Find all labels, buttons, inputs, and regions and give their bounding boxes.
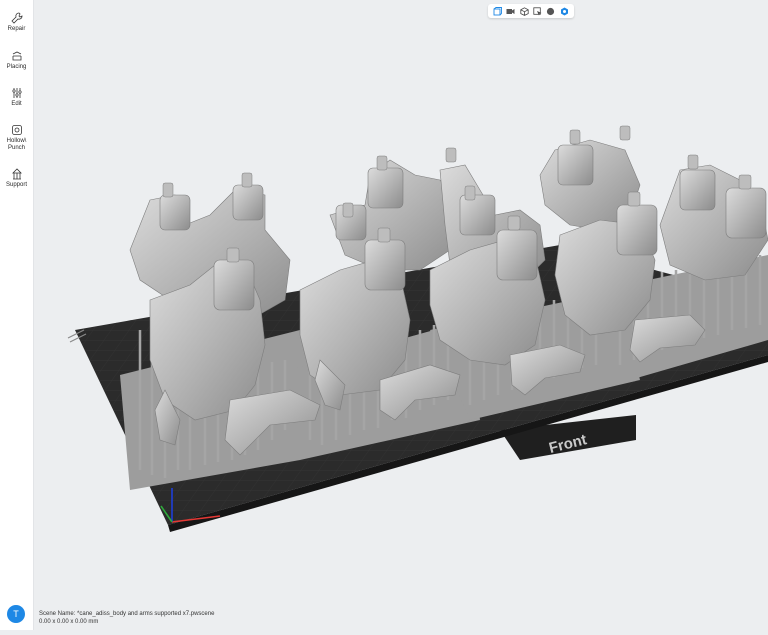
perspective-button[interactable] [520,6,529,16]
cube-view-icon [493,6,503,15]
hollow-icon [11,125,22,135]
cube-view-button[interactable] [493,6,503,16]
display-settings-button[interactable] [560,7,569,16]
repair-label: Repair [7,26,26,32]
shading-button[interactable] [546,7,555,16]
camera-button[interactable] [506,7,515,16]
placing-icon [12,51,21,61]
select-button[interactable] [533,6,542,16]
select-icon [533,6,542,15]
sphere-icon [547,7,555,15]
repair-tool[interactable]: Repair [0,12,33,33]
support-label: Support [5,182,27,188]
scene-dimensions: 0.00 x 0.00 x 0.00 mm [39,619,99,625]
camera-icon [506,8,515,14]
wrench-icon [10,12,22,24]
settings-icon [560,7,568,15]
support-tool[interactable]: Support [0,168,33,189]
scene-name: Scene Name: *cane_adiss_body and arms su… [39,611,215,617]
placing-tool[interactable]: Placing [0,50,33,71]
left-toolbar: Repair Placing Edit Hollow\ Punch Suppor… [0,0,34,630]
user-avatar[interactable]: T [7,605,25,623]
edit-label: Edit [11,101,22,107]
placing-label: Placing [6,64,27,70]
scene-status: Scene Name: *cane_adiss_body and arms su… [39,610,214,626]
view-toolbar [488,4,574,18]
edit-tool[interactable]: Edit [0,87,33,108]
hollow-punch-label: Hollow\ Punch [6,138,27,151]
perspective-icon [520,6,529,16]
3d-viewport[interactable]: Front [34,0,768,630]
sliders-icon [11,88,22,98]
support-icon [11,168,22,180]
hollow-punch-tool[interactable]: Hollow\ Punch [0,124,33,152]
scene-canvas[interactable]: Front [34,0,768,630]
